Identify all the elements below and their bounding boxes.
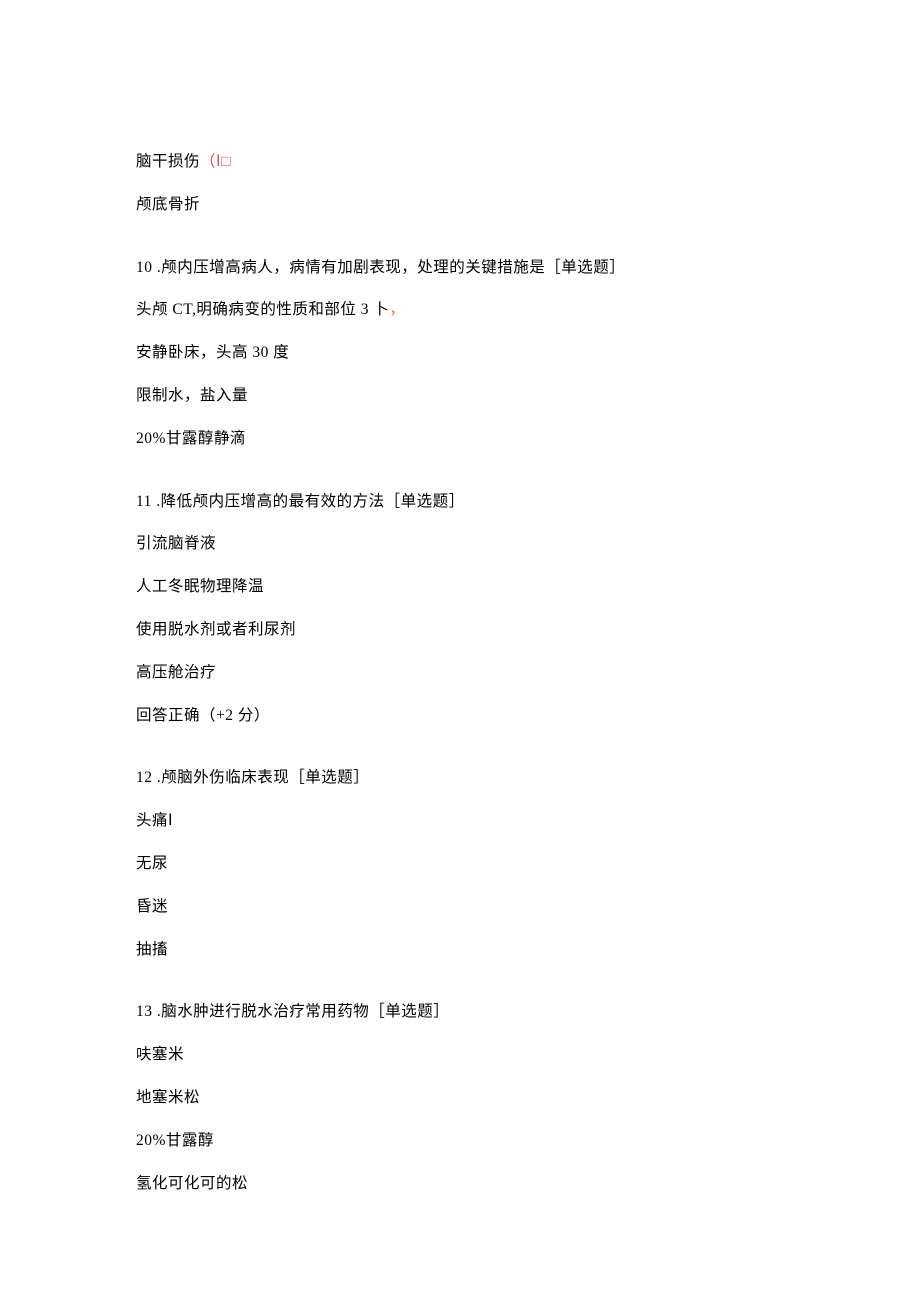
q10-option-d: 20%甘露醇静滴 xyxy=(136,427,920,452)
q12-option-d: 抽搐 xyxy=(136,938,920,963)
q12-stem: 12 .颅脑外伤临床表现［单选题］ xyxy=(136,766,920,791)
q13-option-c: 20%甘露醇 xyxy=(136,1129,920,1154)
spacer xyxy=(136,236,920,256)
spacer xyxy=(136,980,920,1000)
spacer xyxy=(136,470,920,490)
q11-feedback: 回答正确（+2 分） xyxy=(136,704,920,729)
q11-stem: 11 .降低颅内压增高的最有效的方法［单选题］ xyxy=(136,490,920,515)
q11-option-d: 高压舱治疗 xyxy=(136,661,920,686)
prior-a-colored: （Ⅰ□ xyxy=(200,153,231,170)
q10-stem: 10 .颅内压增高病人，病情有加剧表现，处理的关键措施是［单选题］ xyxy=(136,256,920,281)
q13-stem: 13 .脑水肿进行脱水治疗常用药物［单选题］ xyxy=(136,1000,920,1025)
prior-option-b: 颅底骨折 xyxy=(136,193,920,218)
q12-option-b: 无尿 xyxy=(136,852,920,877)
q10-a-text: 头颅 CT,明确病变的性质和部位 3 卜 xyxy=(136,301,389,318)
q11-option-a: 引流脑脊液 xyxy=(136,532,920,557)
q12-option-a: 头痛Ⅰ xyxy=(136,809,920,834)
q10-option-b: 安静卧床，头高 30 度 xyxy=(136,341,920,366)
prior-a-text: 脑干损伤 xyxy=(136,153,200,170)
q10-option-c: 限制水，盐入量 xyxy=(136,384,920,409)
q12-option-c: 昏迷 xyxy=(136,895,920,920)
q13-option-d: 氢化可化可的松 xyxy=(136,1172,920,1197)
q10-option-a: 头颅 CT,明确病变的性质和部位 3 卜， xyxy=(136,298,920,323)
q13-option-b: 地塞米松 xyxy=(136,1086,920,1111)
q11-option-c: 使用脱水剂或者利尿剂 xyxy=(136,618,920,643)
q13-option-a: 呋塞米 xyxy=(136,1043,920,1068)
spacer xyxy=(136,746,920,766)
q10-a-mark: ， xyxy=(389,301,405,318)
q11-option-b: 人工冬眠物理降温 xyxy=(136,575,920,600)
prior-option-a: 脑干损伤（Ⅰ□ xyxy=(136,150,920,175)
